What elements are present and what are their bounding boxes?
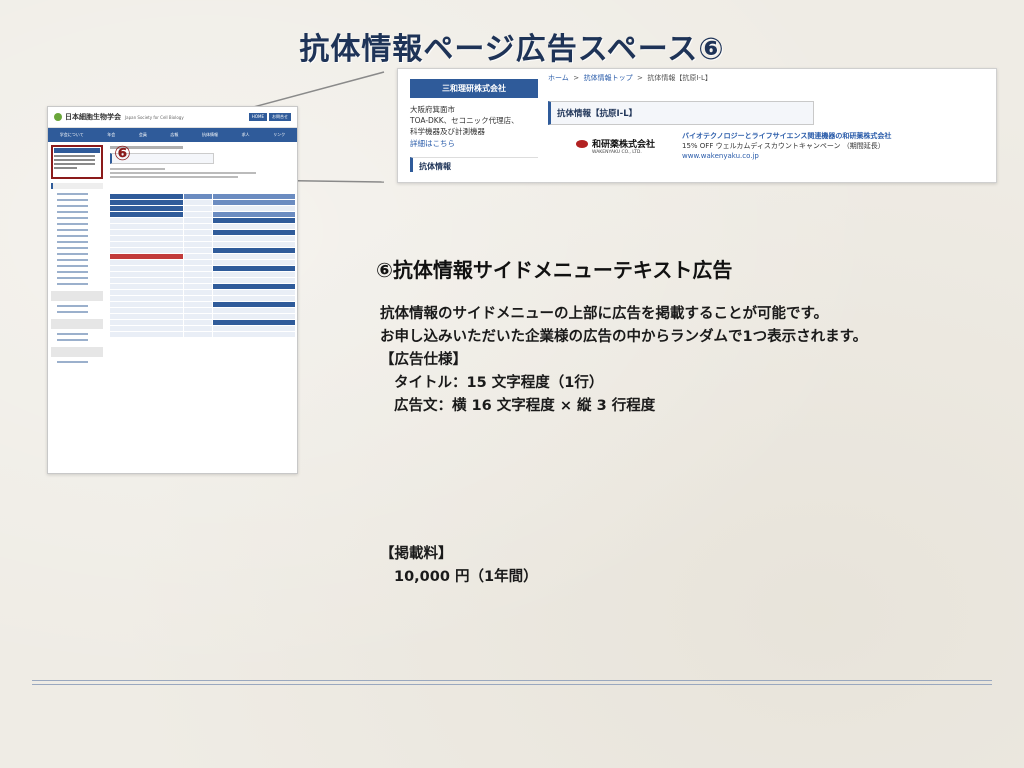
thumb-nav-item[interactable]: 会員 (139, 132, 147, 138)
ad-line-title[interactable]: バイオテクノロジーとライフサイエンス関連機器の和研薬株式会社 (682, 131, 891, 141)
inset-sidebar: 三和理研株式会社 大阪府箕面市 TOA-DKK、セコニック代理店、 科学機器及び… (410, 79, 538, 172)
thumb-logo-text: 日本細胞生物学会 (65, 113, 121, 121)
ad-company-text: 大阪府箕面市 TOA-DKK、セコニック代理店、 科学機器及び計測機器 (410, 104, 538, 137)
thumb-nav-item[interactable]: 広報 (170, 132, 178, 138)
spec-body: 広告文：横 16 文字程度 × 縦 3 行程度 (394, 398, 656, 414)
breadcrumb-home[interactable]: ホーム (548, 74, 569, 82)
breadcrumb: ホーム > 抗体情報トップ > 抗体情報【抗原I-L】 (548, 73, 988, 83)
breadcrumb-separator: > (573, 74, 580, 82)
inset-main: ホーム > 抗体情報トップ > 抗体情報【抗原I-L】 抗体情報【抗原I-L】 … (548, 73, 988, 161)
society-logo-icon (54, 113, 62, 121)
ad-line-url[interactable]: www.wakenyaku.co.jp (682, 151, 891, 161)
fee-amount: 10,000 円（1年間） (394, 569, 538, 585)
thumb-antibody-table (110, 194, 295, 337)
spec-label: 【広告仕様】 (380, 352, 467, 368)
fee-section: 【掲載料】 10,000 円（1年間） (380, 543, 538, 589)
sidebar-section-antibody: 抗体情報 (410, 157, 538, 172)
description-line: 抗体情報のサイドメニューの上部に広告を掲載することが可能です。 (380, 306, 829, 322)
thumb-sidebar (48, 142, 106, 472)
footer-divider (32, 684, 992, 685)
ad-company-line: 科学機器及び計測機器 (410, 127, 485, 136)
thumb-home-button[interactable]: HOME (248, 113, 267, 121)
breadcrumb-current: 抗体情報【抗原I-L】 (647, 74, 712, 82)
ad-company-header[interactable]: 三和理研株式会社 (410, 79, 538, 98)
fee-label: 【掲載料】 (380, 546, 453, 562)
thumb-nav: 学会について 年会 会員 広報 抗体情報 求人 リンク (48, 128, 297, 142)
thumb-nav-item[interactable]: 抗体情報 (202, 132, 218, 138)
description-heading: ⑥抗体情報サイドメニューテキスト広告 (376, 258, 733, 282)
page-title: 抗体情報【抗原I-L】 (548, 101, 814, 125)
thumb-main (106, 142, 297, 472)
footer-divider (32, 680, 992, 681)
ad-line-campaign: 15% OFF ウェルカムディスカウントキャンペーン （期間延長） (682, 142, 885, 150)
thumb-nav-item[interactable]: 求人 (242, 132, 250, 138)
wakenyaku-logo[interactable]: 和研薬株式会社 WAKENYAKU CO., LTD. (576, 137, 666, 155)
ad-company-line: TOA-DKK、セコニック代理店、 (410, 116, 519, 125)
page-thumbnail: 日本細胞生物学会 Japan Society for Cell Biology … (47, 106, 298, 474)
wakenyaku-logo-icon (576, 139, 588, 148)
thumb-header: 日本細胞生物学会 Japan Society for Cell Biology … (48, 107, 297, 128)
thumb-contact-button[interactable]: お問合せ (269, 113, 291, 121)
thumb-nav-item[interactable]: 学会について (60, 132, 84, 138)
breadcrumb-antibody-top[interactable]: 抗体情報トップ (584, 74, 633, 82)
ad-logo-main: 和研薬株式会社 (592, 140, 656, 150)
banner-ad[interactable]: 和研薬株式会社 WAKENYAKU CO., LTD. バイオテクノロジーとライ… (548, 131, 988, 161)
zoom-inset: 三和理研株式会社 大阪府箕面市 TOA-DKK、セコニック代理店、 科学機器及び… (397, 68, 997, 183)
breadcrumb-separator: > (637, 74, 643, 82)
slide-title: 抗体情報ページ広告スペース⑥ (299, 32, 725, 67)
thumb-nav-item[interactable]: リンク (273, 132, 285, 138)
spec-title: タイトル：15 文字程度（1行） (394, 375, 604, 391)
description: ⑥抗体情報サイドメニューテキスト広告 抗体情報のサイドメニューの上部に広告を掲載… (376, 254, 996, 418)
ad-details-link[interactable]: 詳細はこちら (410, 138, 538, 149)
thumb-highlighted-ad-box (51, 145, 103, 179)
ad-space-marker: ⑥ (114, 141, 131, 165)
ad-logo-sub: WAKENYAKU CO., LTD. (592, 150, 642, 155)
ad-company-line: 大阪府箕面市 (410, 105, 455, 114)
thumb-logo-sub: Japan Society for Cell Biology (125, 114, 184, 120)
thumb-nav-item[interactable]: 年会 (107, 132, 115, 138)
description-line: お申し込みいただいた企業様の広告の中からランダムで1つ表示されます。 (380, 329, 868, 345)
